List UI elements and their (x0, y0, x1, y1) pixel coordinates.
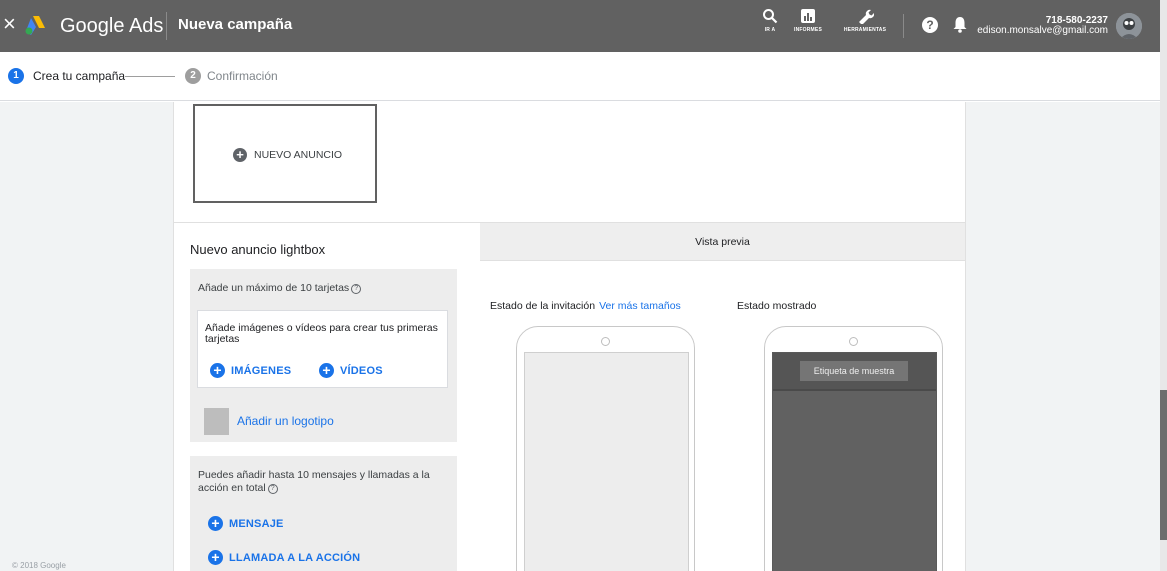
add-videos-label: VÍDEOS (340, 364, 383, 377)
add-message-label: MENSAJE (229, 517, 284, 530)
media-prompt: Añade imágenes o vídeos para crear tus p… (205, 322, 438, 345)
help-circle-icon[interactable]: ? (267, 484, 278, 494)
media-upload-box: Añade imágenes o vídeos para crear tus p… (197, 310, 448, 388)
shown-state-label: Estado mostrado (737, 300, 817, 312)
search-icon (763, 9, 778, 24)
add-icon: + (233, 148, 247, 162)
cards-help-label: Añade un máximo de 10 tarjetas (198, 282, 350, 294)
add-icon: + (210, 363, 225, 378)
screen-header: Etiqueta de muestra (773, 353, 936, 391)
copyright: © 2018 Google (12, 561, 66, 570)
wrench-icon (859, 9, 874, 24)
scrollbar-thumb[interactable] (1160, 390, 1167, 540)
preview-header: Vista previa (480, 223, 965, 261)
cards-panel: Añade un máximo de 10 tarjetas? Añade im… (190, 269, 457, 442)
invite-state-heading: Estado de la invitación Ver más tamaños (490, 300, 681, 312)
tools-button[interactable]: HERRAMIENTAS (836, 8, 894, 33)
add-message-button[interactable]: + MENSAJE (208, 516, 284, 531)
step-number-1: 1 (8, 68, 24, 84)
phone-camera (849, 337, 858, 346)
messages-panel: Puedes añadir hasta 10 mensajes y llamad… (190, 456, 457, 571)
invite-state-label: Estado de la invitación (490, 300, 596, 312)
account-email: edison.monsalve@gmail.com (977, 25, 1108, 36)
help-icon[interactable]: ? (922, 17, 938, 33)
page-title: Nueva campaña (178, 16, 293, 33)
step-number-2: 2 (185, 68, 201, 84)
more-sizes-link[interactable]: Ver más tamaños (599, 300, 681, 312)
go-to-button[interactable]: IR A (756, 8, 784, 33)
left-gutter (0, 102, 173, 571)
divider (903, 14, 904, 38)
phone-screen: Etiqueta de muestra (772, 352, 937, 571)
add-images-button[interactable]: + IMÁGENES (210, 363, 291, 378)
messages-help-text: Puedes añadir hasta 10 mensajes y llamad… (198, 469, 450, 495)
divider (166, 12, 167, 40)
step-confirmation[interactable]: Confirmación (207, 69, 278, 83)
add-cta-button[interactable]: + LLAMADA A LA ACCIÓN (208, 550, 360, 565)
phone-screen (524, 352, 689, 571)
add-icon: + (319, 363, 334, 378)
messages-help-label: Puedes añadir hasta 10 mensajes y llamad… (198, 469, 430, 494)
go-to-label: IR A (764, 27, 776, 33)
add-icon: + (208, 550, 223, 565)
avatar-image (1116, 13, 1142, 39)
account-info[interactable]: 718-580-2237 edison.monsalve@gmail.com (977, 16, 1108, 36)
reports-label: INFORMES (794, 27, 822, 33)
close-icon[interactable]: × (3, 13, 16, 35)
step-create-campaign[interactable]: Crea tu campaña (33, 69, 125, 83)
right-gutter (966, 102, 1160, 571)
cards-help-text: Añade un máximo de 10 tarjetas? (198, 282, 362, 295)
ad-form-column: Nuevo anuncio lightbox Añade un máximo d… (174, 223, 480, 571)
reports-icon (801, 9, 815, 23)
section-title: Nuevo anuncio lightbox (190, 242, 326, 257)
reports-button[interactable]: INFORMES (788, 8, 828, 33)
logo-placeholder[interactable] (204, 408, 229, 435)
phone-camera (601, 337, 610, 346)
brand-name: Google Ads (60, 15, 164, 37)
campaign-stepper: 1 Crea tu campaña 2 Confirmación (0, 52, 1160, 101)
new-ad-button[interactable]: + NUEVO ANUNCIO (193, 104, 377, 203)
add-cta-label: LLAMADA A LA ACCIÓN (229, 551, 361, 564)
add-icon: + (208, 516, 223, 531)
add-images-label: IMÁGENES (231, 364, 292, 377)
google-ads-logo[interactable] (24, 14, 46, 36)
preview-panel: Vista previa Estado de la invitación Ver … (480, 223, 965, 571)
sample-tag: Etiqueta de muestra (800, 361, 908, 381)
preview-title: Vista previa (695, 236, 750, 248)
avatar[interactable] (1116, 13, 1142, 39)
phone-preview-invite (516, 326, 695, 571)
step-connector (125, 76, 175, 77)
add-videos-button[interactable]: + VÍDEOS (319, 363, 383, 378)
top-app-bar: × Google Ads Nueva campaña IR A INFORMES… (0, 0, 1160, 52)
new-ad-label: NUEVO ANUNCIO (254, 149, 343, 161)
bell-icon[interactable] (953, 16, 967, 33)
tools-label: HERRAMIENTAS (843, 27, 887, 33)
add-logo-link[interactable]: Añadir un logotipo (237, 414, 334, 428)
ad-editor-card: + NUEVO ANUNCIO Nuevo anuncio lightbox A… (173, 102, 966, 571)
phone-preview-shown: Etiqueta de muestra (764, 326, 943, 571)
help-circle-icon[interactable]: ? (351, 284, 362, 294)
